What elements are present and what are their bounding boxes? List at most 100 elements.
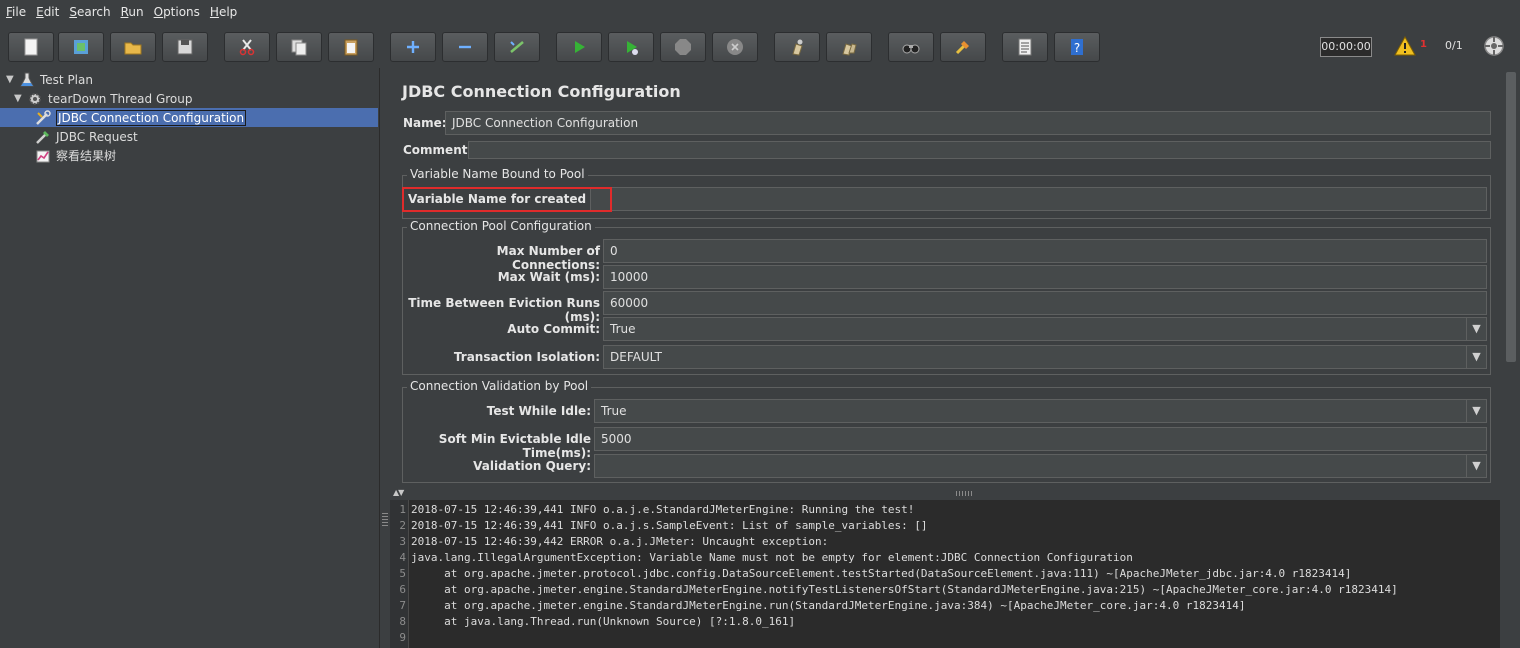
help-button[interactable]: ?	[1054, 32, 1100, 62]
scrollbar-thumb[interactable]	[1506, 72, 1516, 362]
menu-search[interactable]: Search	[69, 5, 110, 19]
tree-item-test-plan[interactable]: ▼ Test Plan	[6, 70, 93, 89]
config-panel: JDBC Connection Configuration Name: JDBC…	[390, 68, 1520, 488]
splitter-grip[interactable]	[382, 513, 388, 527]
log-line: 2 2018-07-15 12:46:39,441 INFO o.a.j.s.Sa…	[390, 518, 1520, 534]
line-number: 7	[399, 599, 406, 612]
new-button[interactable]	[8, 32, 54, 62]
log-viewer[interactable]: 1 2018-07-15 12:46:39,441 INFO o.a.j.e.St…	[390, 500, 1520, 648]
toggle-icon	[510, 41, 524, 53]
pool-variable-group-title: Variable Name Bound to Pool	[407, 167, 588, 181]
copy-button[interactable]	[276, 32, 322, 62]
log-line: 7 at org.apache.jmeter.engine.StandardJM…	[390, 598, 1520, 614]
warning-icon[interactable]	[1394, 36, 1416, 56]
panel-scrollbar[interactable]	[1503, 68, 1520, 488]
transaction-isolation-value: DEFAULT	[610, 350, 662, 364]
log-line: 9	[390, 630, 1520, 646]
menu-options[interactable]: Options	[154, 5, 200, 19]
horizontal-splitter[interactable]: ▲▼	[390, 488, 1520, 498]
line-number: 6	[399, 583, 406, 596]
tree-item-jdbc-request[interactable]: JDBC Request	[34, 127, 138, 146]
menu-file[interactable]: File	[6, 5, 26, 19]
stop-button[interactable]	[660, 32, 706, 62]
validation-query-select[interactable]: ▼	[594, 454, 1487, 478]
validation-group-title: Connection Validation by Pool	[407, 379, 592, 393]
highlight-box	[402, 187, 612, 212]
test-while-idle-label: Test While Idle:	[486, 404, 591, 418]
cut-button[interactable]	[224, 32, 270, 62]
log-text: 2018-07-15 12:46:39,441 INFO o.a.j.e.Sta…	[411, 503, 915, 516]
collapse-all-button[interactable]	[442, 32, 488, 62]
tree-item-view-results-tree[interactable]: 察看结果树	[34, 146, 116, 165]
chart-icon	[34, 147, 52, 165]
toggle-button[interactable]	[494, 32, 540, 62]
templates-button[interactable]	[58, 32, 104, 62]
tree-item-label: JDBC Request	[56, 129, 138, 144]
tree-item-label: Test Plan	[40, 72, 93, 87]
auto-commit-select[interactable]: True ▼	[603, 317, 1487, 341]
error-count: 1	[1420, 39, 1427, 50]
log-text: 2018-07-15 12:46:39,442 ERROR o.a.j.JMet…	[411, 535, 829, 548]
paste-icon	[344, 39, 358, 56]
splitter-arrows-icon[interactable]: ▲▼	[393, 488, 404, 497]
open-button[interactable]	[110, 32, 156, 62]
reset-search-button[interactable]	[940, 32, 986, 62]
stop-icon	[675, 39, 691, 55]
remote-status-icon	[1484, 36, 1504, 56]
vertical-splitter[interactable]	[381, 68, 389, 648]
max-wait-input[interactable]: 10000	[603, 265, 1487, 289]
start-no-pauses-button[interactable]	[608, 32, 654, 62]
log-text: at org.apache.jmeter.engine.StandardJMet…	[411, 599, 1246, 612]
log-line: 3 2018-07-15 12:46:39,442 ERROR o.a.j.JMe…	[390, 534, 1520, 550]
log-line: 4 java.lang.IllegalArgumentException: Var…	[390, 550, 1520, 566]
tree-item-jdbc-connection-configuration[interactable]: JDBC Connection Configuration	[34, 108, 247, 127]
menu-help[interactable]: Help	[210, 5, 237, 19]
log-text: at org.apache.jmeter.engine.StandardJMet…	[411, 583, 1398, 596]
log-line: 6 at org.apache.jmeter.engine.StandardJM…	[390, 582, 1520, 598]
dropdown-arrow-icon[interactable]: ▼	[1466, 400, 1486, 422]
name-input[interactable]: JDBC Connection Configuration	[445, 111, 1491, 135]
test-plan-icon	[18, 71, 36, 89]
save-button[interactable]	[162, 32, 208, 62]
search-button[interactable]	[888, 32, 934, 62]
line-number: 8	[399, 615, 406, 628]
tree-item-teardown-thread-group[interactable]: ▼ tearDown Thread Group	[14, 89, 193, 108]
tree-item-label: 察看结果树	[56, 149, 117, 163]
pool-variable-input[interactable]	[590, 187, 1487, 211]
clear-button[interactable]	[774, 32, 820, 62]
log-text: 2018-07-15 12:46:39,441 INFO o.a.j.s.Sam…	[411, 519, 928, 532]
max-connections-input[interactable]: 0	[603, 239, 1487, 263]
name-label: Name:	[403, 116, 447, 130]
new-icon	[24, 38, 38, 56]
dropdown-arrow-icon[interactable]: ▼	[1466, 346, 1486, 368]
eviction-runs-input[interactable]: 60000	[603, 291, 1487, 315]
menu-bar: File Edit Search Run Options Help	[0, 0, 1520, 24]
clear-all-button[interactable]	[826, 32, 872, 62]
clear-icon	[792, 39, 803, 56]
gear-icon	[26, 90, 44, 108]
start-button[interactable]	[556, 32, 602, 62]
expand-arrow-icon[interactable]: ▼	[6, 74, 18, 85]
expand-all-button[interactable]	[390, 32, 436, 62]
eviction-runs-label: Time Between Eviction Runs (ms):	[408, 296, 600, 324]
menu-run[interactable]: Run	[121, 5, 144, 19]
comments-input[interactable]	[468, 141, 1491, 159]
elapsed-timer: 00:00:00	[1320, 37, 1372, 57]
start-no-pause-icon	[627, 41, 638, 55]
function-helper-button[interactable]	[1002, 32, 1048, 62]
test-while-idle-select[interactable]: True ▼	[594, 399, 1487, 423]
cut-icon	[239, 39, 255, 56]
line-number: 3	[399, 535, 406, 548]
paste-button[interactable]	[328, 32, 374, 62]
shutdown-button[interactable]	[712, 32, 758, 62]
test-plan-tree: ▼ Test Plan ▼ tearDown Thread Group JDBC…	[0, 68, 380, 648]
expand-arrow-icon[interactable]: ▼	[14, 93, 26, 104]
soft-min-idle-input[interactable]: 5000	[594, 427, 1487, 451]
splitter-grip[interactable]	[956, 491, 974, 496]
line-number: 9	[399, 631, 406, 644]
log-scrollbar[interactable]	[1500, 500, 1520, 648]
dropdown-arrow-icon[interactable]: ▼	[1466, 455, 1486, 477]
dropdown-arrow-icon[interactable]: ▼	[1466, 318, 1486, 340]
transaction-isolation-select[interactable]: DEFAULT ▼	[603, 345, 1487, 369]
menu-edit[interactable]: Edit	[36, 5, 59, 19]
